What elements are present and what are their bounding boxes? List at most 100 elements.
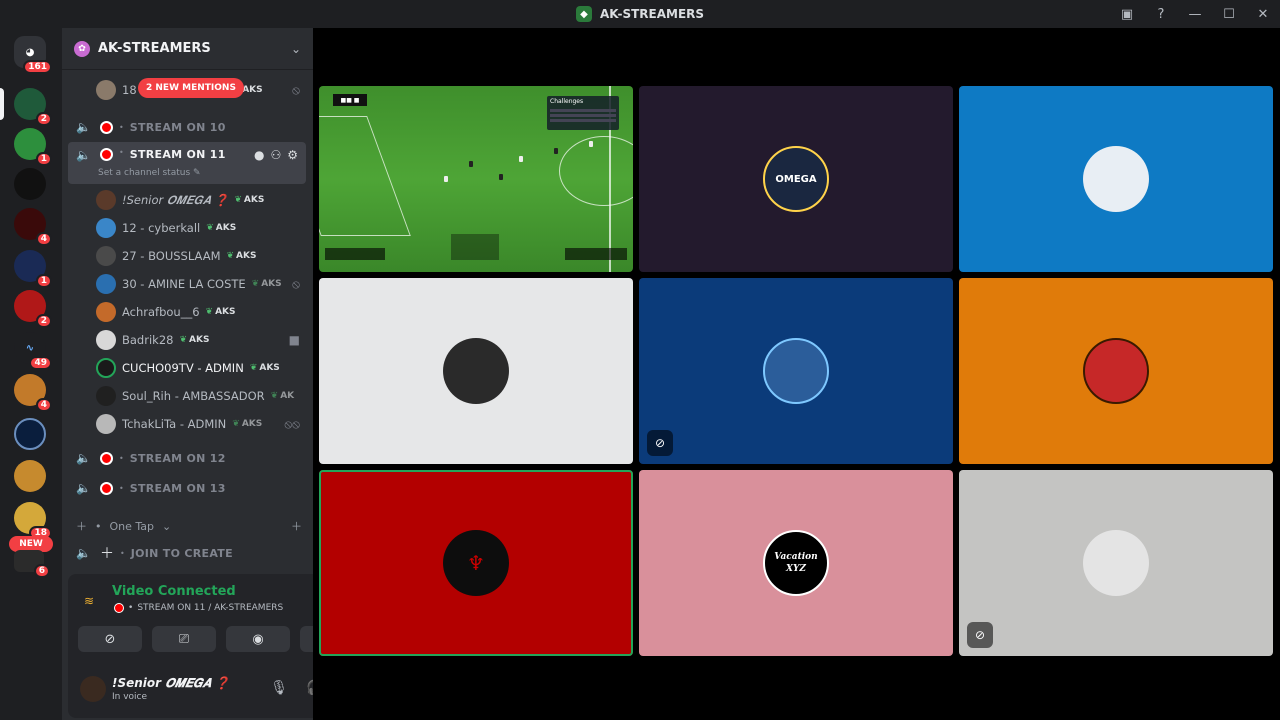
server-icon[interactable]: 1 [14,128,52,166]
voice-member[interactable]: 30 - AMINE LA COSTE ❦ AKS ⦸ [96,272,308,296]
participant-tile[interactable] [959,86,1273,272]
participant-tile[interactable]: ⊘ [639,278,953,464]
server-icon[interactable]: 4 [14,208,52,246]
maximize-button[interactable]: ☐ [1212,0,1246,28]
participant-avatar [1083,530,1149,596]
player-marker [499,174,503,180]
channel-stream-11[interactable]: 🔈 • STREAM ON 11 ● ⚇ ⚙ Set a channel sta… [68,142,306,184]
create-channel-icon[interactable]: ＋ [291,518,302,534]
member-name: 27 - BOUSSLAAM [122,249,221,263]
server-icon[interactable]: 6 [14,550,50,578]
channel-status[interactable]: Set a channel status ✎ [98,168,201,178]
server-header[interactable]: ✿ AK-STREAMERS ⌄ [62,28,313,70]
voice-member[interactable]: TchakLiTa - ADMIN ❦ AKS ⦸⦸ [96,412,308,436]
participant-tile[interactable] [319,278,633,464]
scoreboard: ■■ ■ [333,94,367,106]
pitch-circle [559,136,633,206]
channel-join-to-create[interactable]: 🔈 ＋ • JOIN TO CREATE [68,540,306,566]
screen-share-button[interactable]: ⎚ [152,626,216,652]
server-name: AK-STREAMERS [98,41,211,56]
stream-tile-game[interactable]: ■■ ■ Challenges [319,86,633,272]
voice-status-title: Video Connected [112,584,236,599]
server-icon[interactable]: 1 [14,250,52,288]
channel-stream-12[interactable]: 🔈 • STREAM ON 12 [68,445,306,471]
user-status: In voice [112,692,148,702]
member-name: 30 - AMINE LA COSTE [122,277,246,291]
avatar [96,274,116,294]
live-dot-icon [114,603,124,613]
member-name: TchakLiTa - ADMIN [122,417,227,431]
avatar[interactable] [80,676,106,702]
server-icon[interactable]: 2 [14,290,52,328]
voice-member[interactable]: !Senior 𝑶𝑴𝑬𝑮𝑨 ❓ ❦ AKS [96,188,308,212]
category-one-tap[interactable]: ＋ • One Tap ⌄ ＋ [76,518,302,534]
muted-icon: ⦸ [292,82,300,97]
avatar [96,190,116,210]
avatar-speaking [96,358,116,378]
server-ak-streamers[interactable]: 2 [14,88,52,126]
channel-stream-13[interactable]: 🔈 • STREAM ON 13 [68,475,306,501]
channel-name: STREAM ON 11 [129,148,226,161]
member-tag: ❦AKS [205,307,236,317]
challenges-title: Challenges [550,98,584,105]
avatar [96,386,116,406]
participant-tile[interactable]: OMEGA [639,86,953,272]
camera-off-icon: ⊘ [104,631,116,647]
server-icon[interactable] [14,460,46,492]
channel-sidebar: ✿ AK-STREAMERS ⌄ 18 ❦AKS ⦸ 2 NEW MENTION… [62,28,368,720]
server-badge: 2 [35,314,52,328]
member-name: Badrik28 [122,333,174,347]
avatar-label: OMEGA [775,173,817,185]
new-mentions-pill[interactable]: 2 NEW MENTIONS [138,78,244,98]
server-icon[interactable]: 4 [14,374,52,412]
camera-off-button[interactable]: ⊘ [78,626,142,652]
participant-tile[interactable] [959,278,1273,464]
server-icon[interactable] [14,168,46,200]
member-name: !Senior 𝑶𝑴𝑬𝑮𝑨 ❓ [122,192,229,207]
voice-member[interactable]: 12 - cyberkall ❦ AKS [96,216,308,240]
member-tag: ❦AKS [206,223,237,233]
avatar [96,80,116,100]
player-hud-left [325,248,385,260]
channel-name: STREAM ON 10 [129,120,226,134]
close-button[interactable]: ✕ [1246,0,1280,28]
chevron-down-icon[interactable]: ⌄ [291,42,301,56]
camera-off-icon: ⊘ [967,622,993,648]
server-badge: 1 [35,274,52,288]
voice-member[interactable]: Achrafbou__6 ❦ AKS [96,300,308,324]
avatar [96,302,116,322]
minimize-button[interactable]: — [1178,0,1212,28]
signal-icon[interactable]: ≋ [84,594,94,608]
gear-icon[interactable]: ⚙ [287,148,298,162]
channel-name: STREAM ON 12 [129,451,226,465]
participant-tile[interactable]: Vacation XYZ [639,470,953,656]
activities-button[interactable]: ◉ [226,626,290,652]
chat-icon[interactable]: ● [254,148,264,162]
server-icon[interactable] [14,418,46,450]
deafened-icon: ⦸⦸ [284,416,300,431]
participant-avatar [763,338,829,404]
participant-tile-speaking[interactable]: ♆ [319,470,633,656]
voice-member[interactable]: Soul_Rih - AMBASSADOR ❦ AK [96,384,308,408]
participant-tile[interactable]: ⊘ [959,470,1273,656]
help-icon[interactable]: ? [1144,0,1178,28]
server-badge: 4 [35,232,52,246]
server-boost-icon: ✿ [74,40,90,57]
invite-icon[interactable]: ⚇ [270,148,281,162]
home-button[interactable]: ◕ 161 [14,36,52,74]
gamepad-icon: ◉ [252,631,264,647]
server-icon[interactable]: ∿ 49 [14,332,52,370]
inbox-icon[interactable]: ▣ [1110,0,1144,28]
member-name: 18 [122,83,137,97]
server-icon[interactable]: 18 [14,502,52,540]
channel-stream-10[interactable]: 🔈 • STREAM ON 10 [68,114,306,140]
live-dot-icon [100,451,113,465]
microphone-icon[interactable]: 🎙 [270,680,288,696]
member-name: Achrafbou__6 [122,305,200,319]
user-name[interactable]: !Senior 𝑶𝑴𝑬𝑮𝑨 ❓ [112,676,230,691]
server-badge: 2 [35,112,52,126]
voice-member[interactable]: CUCHO09TV - ADMIN ❦ AKS [96,356,308,380]
voice-member[interactable]: Badrik28 ❦ AKS ■ [96,328,308,352]
voice-channel-link[interactable]: • STREAM ON 11 / AK-STREAMERS [114,603,283,613]
voice-member[interactable]: 27 - BOUSSLAAM ❦ AKS [96,244,308,268]
